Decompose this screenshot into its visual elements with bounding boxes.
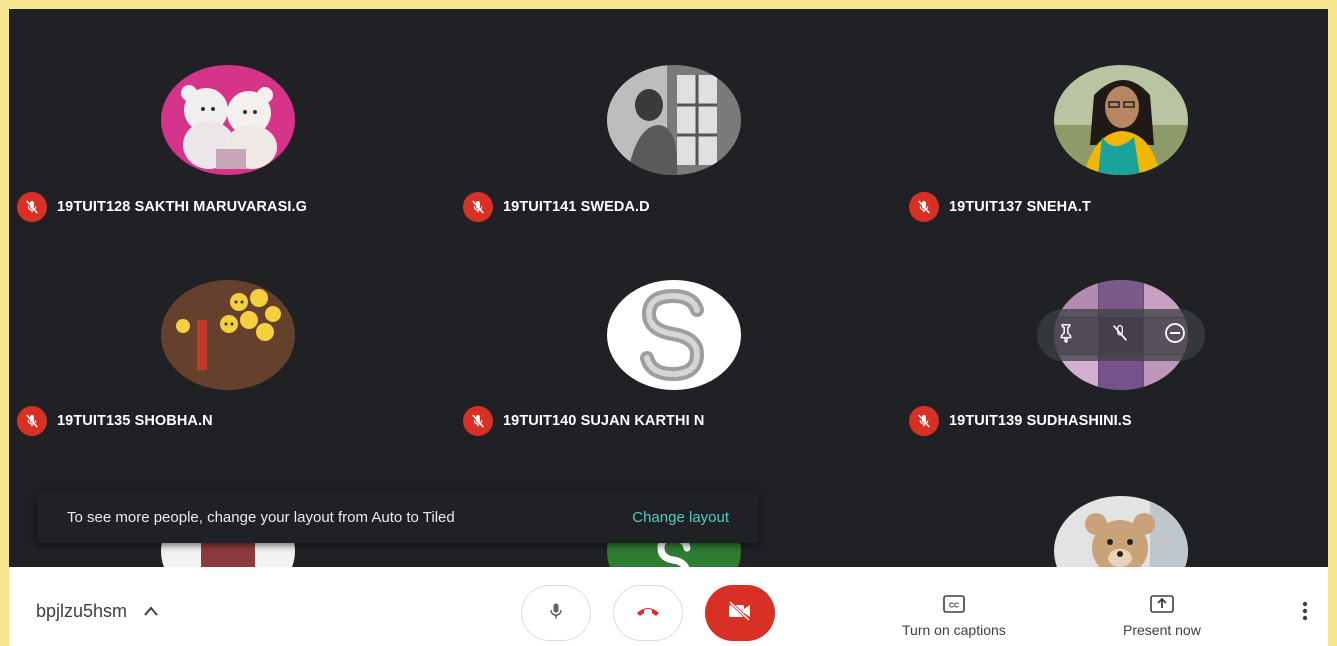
meeting-details-button[interactable]: bpjlzu5hsm [36, 601, 159, 622]
tile-hover-controls [1037, 309, 1205, 361]
camera-off-icon [727, 600, 753, 627]
present-label: Present now [1123, 622, 1201, 638]
chevron-up-icon [143, 601, 159, 622]
participant-name: 19TUIT140 SUJAN KARTHI N [503, 413, 705, 429]
more-vert-icon [1302, 601, 1308, 625]
camera-button[interactable] [705, 585, 775, 641]
mic-off-icon [463, 406, 493, 436]
captions-button[interactable]: CC Turn on captions [902, 595, 1006, 638]
layout-toast: To see more people, change your layout f… [37, 491, 759, 543]
bottom-control-bar: bpjlzu5hsm CC Turn on captions Present n… [9, 567, 1328, 646]
leave-call-button[interactable] [613, 585, 683, 641]
toast-message: To see more people, change your layout f… [67, 508, 455, 526]
meeting-stage: 19TUIT128 SAKTHI MARUVARASI.G 19TUIT141 … [9, 9, 1328, 646]
participant-name-row: 19TUIT128 SAKTHI MARUVARASI.G [17, 192, 307, 222]
remove-participant-icon[interactable] [1163, 321, 1187, 350]
avatar-letter-s [607, 280, 741, 390]
participant-name-row: 19TUIT140 SUJAN KARTHI N [463, 406, 704, 436]
mic-off-icon [909, 406, 939, 436]
participant-name: 19TUIT137 SNEHA.T [949, 199, 1091, 215]
avatar-bw-photo [607, 65, 741, 175]
mute-participant-icon[interactable] [1109, 322, 1131, 349]
participant-name-row: 19TUIT135 SHOBHA.N [17, 406, 213, 436]
participant-name-row: 19TUIT139 SUDHASHINI.S [909, 406, 1132, 436]
avatar-emoji-balls [161, 280, 295, 390]
participant-name: 19TUIT128 SAKTHI MARUVARASI.G [57, 199, 307, 215]
svg-text:CC: CC [949, 603, 959, 610]
change-layout-button[interactable]: Change layout [632, 509, 729, 526]
participant-name-row: 19TUIT137 SNEHA.T [909, 192, 1091, 222]
present-now-button[interactable]: Present now [1123, 595, 1201, 638]
meeting-code: bpjlzu5hsm [36, 601, 128, 621]
hang-up-icon [634, 603, 662, 624]
mic-off-icon [463, 192, 493, 222]
mic-off-icon [17, 192, 47, 222]
microphone-button[interactable] [521, 585, 591, 641]
captions-label: Turn on captions [902, 622, 1006, 638]
participant-name: 19TUIT135 SHOBHA.N [57, 413, 213, 429]
participant-name-row: 19TUIT141 SWEDA.D [463, 192, 650, 222]
present-screen-icon [1150, 595, 1174, 616]
avatar-girl-portrait [1054, 65, 1188, 175]
mic-off-icon [909, 192, 939, 222]
microphone-icon [546, 600, 566, 627]
participant-name: 19TUIT139 SUDHASHINI.S [949, 413, 1132, 429]
avatar-teddy-bears [161, 65, 295, 175]
more-options-button[interactable] [1302, 601, 1308, 626]
participant-name: 19TUIT141 SWEDA.D [503, 199, 650, 215]
pin-icon[interactable] [1055, 322, 1077, 349]
closed-captions-icon: CC [943, 595, 965, 616]
mic-off-icon [17, 406, 47, 436]
